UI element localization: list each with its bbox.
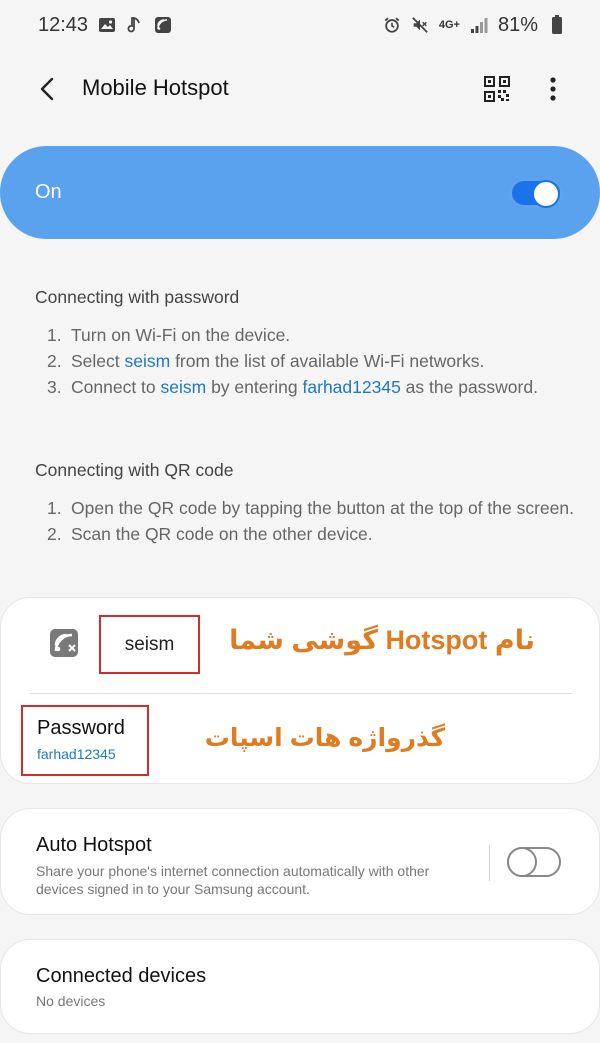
step-text: Turn on Wi-Fi on the device. xyxy=(71,322,575,348)
page-title: Mobile Hotspot xyxy=(82,75,229,100)
image-icon xyxy=(98,16,116,34)
battery-icon xyxy=(548,15,566,34)
network-type-label: 4G+ xyxy=(438,18,460,31)
signal-icon xyxy=(470,16,488,34)
connected-devices-title: Connected devices xyxy=(36,965,207,987)
qr-section-heading: Connecting with QR code xyxy=(35,460,234,480)
step-highlight: farhad12345 xyxy=(302,377,401,397)
list-item: 1. Open the QR code by tapping the button… xyxy=(35,495,575,521)
list-item: 1. Turn on Wi-Fi on the device. xyxy=(35,322,575,348)
status-left: 12:43 xyxy=(38,14,172,37)
battery-percent: 81% xyxy=(497,13,538,36)
divider xyxy=(489,845,490,881)
connected-devices-subtitle: No devices xyxy=(36,993,106,1009)
list-item: 3. Connect to seism by entering farhad123… xyxy=(35,374,575,400)
step-fragment: from the list of available Wi-Fi network… xyxy=(170,351,485,371)
password-label: Password xyxy=(37,717,125,739)
qr-steps-list: 1. Open the QR code by tapping the button… xyxy=(35,495,575,547)
app-bar: Mobile Hotspot xyxy=(0,60,600,118)
status-right: 4G+ 81% xyxy=(383,14,566,37)
step-text: Open the QR code by tapping the button a… xyxy=(71,495,575,521)
mute-icon xyxy=(411,16,429,34)
cast-icon xyxy=(154,16,172,34)
password-annotation: گذرواژه هات اسپات xyxy=(204,724,445,752)
list-item: 2. Scan the QR code on the other device. xyxy=(35,521,575,547)
alarm-icon xyxy=(383,16,401,34)
step-number: 3. xyxy=(47,377,62,397)
password-section-heading: Connecting with password xyxy=(35,287,240,307)
step-fragment: Open the QR code by tapping the button a… xyxy=(71,498,574,518)
more-options-button[interactable] xyxy=(536,72,570,106)
master-toggle-label: On xyxy=(35,181,62,203)
qr-code-icon xyxy=(484,76,510,102)
auto-hotspot-card[interactable]: Auto Hotspot Share your phone's internet… xyxy=(0,808,600,915)
hotspot-password-row[interactable]: Password farhad12345 xyxy=(21,705,149,776)
master-toggle-switch[interactable] xyxy=(510,178,562,208)
music-note-icon xyxy=(126,16,144,34)
back-button[interactable] xyxy=(30,72,64,106)
hotspot-ssid: seism xyxy=(99,615,200,674)
password-instructions: Connecting with password 1. Turn on Wi-Fi… xyxy=(35,287,575,400)
step-number: 2. xyxy=(47,351,62,371)
hotspot-cast-icon xyxy=(50,629,78,657)
step-text: Connect to seism by entering farhad12345… xyxy=(71,374,575,400)
password-value: farhad12345 xyxy=(37,746,116,762)
hotspot-name-row[interactable]: seism نام Hotspot گوشی شما xyxy=(1,598,600,693)
auto-hotspot-description: Share your phone's internet connection a… xyxy=(36,863,430,897)
list-item: 2. Select seism from the list of availabl… xyxy=(35,348,575,374)
status-bar: 12:43 4G+ 81% xyxy=(0,0,600,50)
step-number: 1. xyxy=(47,325,62,345)
status-time: 12:43 xyxy=(38,13,89,36)
step-number: 1. xyxy=(47,498,62,518)
step-fragment: by entering xyxy=(206,377,303,397)
step-fragment: Scan the QR code on the other device. xyxy=(71,524,373,544)
step-fragment: as the password. xyxy=(400,377,538,397)
connected-devices-card[interactable]: Connected devices No devices xyxy=(0,939,600,1034)
more-vertical-icon xyxy=(550,77,556,101)
step-fragment: Turn on Wi-Fi on the device. xyxy=(71,325,291,345)
step-text: Select seism from the list of available … xyxy=(71,348,575,374)
step-fragment: Select xyxy=(71,351,125,371)
password-steps-list: 1. Turn on Wi-Fi on the device. 2. Select s… xyxy=(35,322,575,400)
auto-hotspot-title: Auto Hotspot xyxy=(36,834,152,856)
step-number: 2. xyxy=(47,524,62,544)
back-arrow-icon xyxy=(40,77,54,101)
ssid-annotation: نام Hotspot گوشی شما xyxy=(229,625,535,655)
step-fragment: Connect to xyxy=(71,377,161,397)
divider xyxy=(29,693,572,694)
qr-instructions: Connecting with QR code 1. Open the QR co… xyxy=(35,460,575,547)
step-highlight: seism xyxy=(160,377,207,397)
hotspot-credentials-card: seism نام Hotspot گوشی شما Password farh… xyxy=(0,597,600,784)
step-highlight: seism xyxy=(124,351,171,371)
step-text: Scan the QR code on the other device. xyxy=(71,521,575,547)
hotspot-master-toggle-card[interactable]: On xyxy=(0,146,600,239)
toggle-knob xyxy=(532,179,560,208)
toggle-knob xyxy=(507,847,537,877)
auto-hotspot-toggle[interactable] xyxy=(507,847,561,877)
qr-code-button[interactable] xyxy=(480,72,514,106)
